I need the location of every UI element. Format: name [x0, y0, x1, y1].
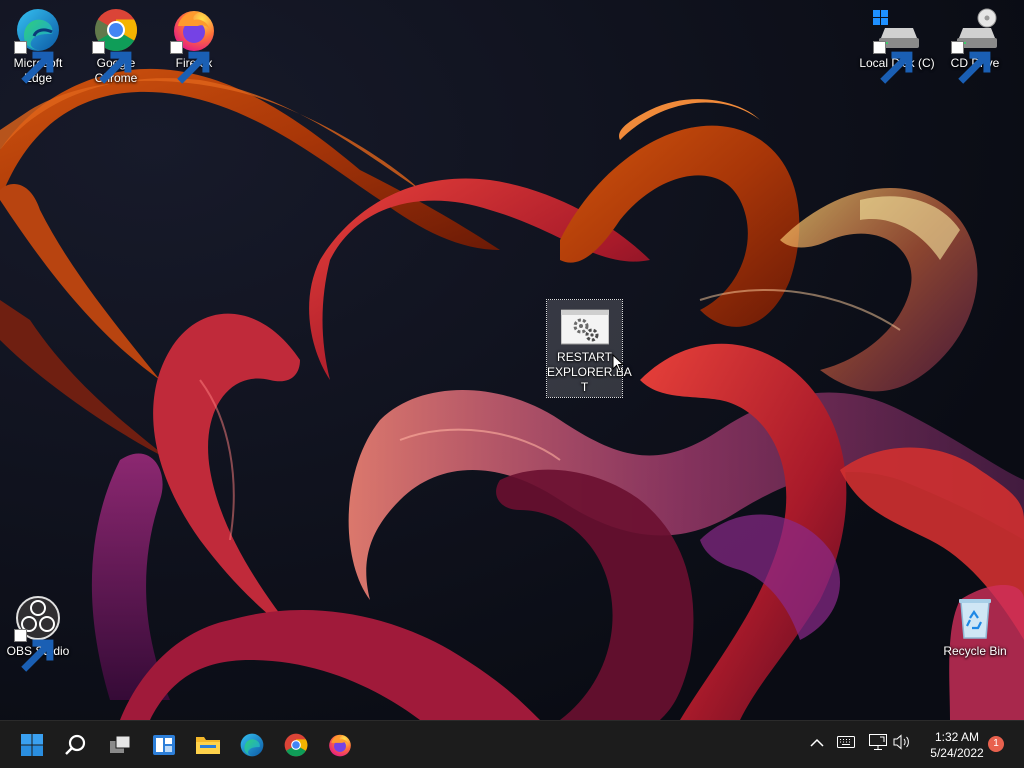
clock-time: 1:32 AM — [934, 730, 980, 744]
desktop-icon-label: Recycle Bin — [943, 644, 1007, 658]
folder-icon — [195, 733, 221, 757]
shortcut-arrow-icon — [873, 41, 913, 84]
widgets-icon — [152, 733, 176, 757]
desktop-icon-google-chrome[interactable]: Google Chrome — [78, 0, 154, 86]
desktop-icon-microsoft-edge[interactable]: Microsoft Edge — [0, 0, 76, 86]
desktop-icon-label: RESTART EXPLORER.BA T — [547, 350, 632, 394]
desktop-icon-cd-drive[interactable]: CD Drive — [937, 0, 1013, 84]
recycle-bin-icon — [951, 594, 999, 642]
desktop-icon-recycle-bin[interactable]: Recycle Bin — [937, 588, 1013, 659]
start-button[interactable] — [15, 728, 49, 762]
shortcut-arrow-icon — [92, 41, 132, 84]
chrome-icon — [92, 6, 140, 84]
cd-drive-icon — [951, 6, 999, 84]
edge-icon — [14, 6, 62, 84]
firefox-icon — [327, 732, 353, 758]
shortcut-arrow-icon — [14, 41, 54, 84]
chrome-icon — [283, 732, 309, 758]
network-icon — [869, 733, 887, 755]
chevron-up-icon — [810, 735, 824, 753]
task-view-icon — [108, 733, 132, 757]
desktop[interactable]: Microsoft Edge Google Chrome Firefox Loc… — [0, 0, 1024, 720]
show-hidden-icons-button[interactable] — [806, 733, 828, 755]
file-explorer-button[interactable] — [191, 728, 225, 762]
task-view-button[interactable] — [103, 728, 137, 762]
keyboard-icon — [837, 735, 855, 753]
shortcut-arrow-icon — [14, 629, 54, 672]
search-icon — [64, 733, 88, 757]
desktop-icon-restart-explorer-bat[interactable]: RESTART EXPLORER.BA T — [546, 299, 632, 398]
network-button[interactable] — [867, 733, 889, 755]
taskbar-microsoft-edge[interactable] — [235, 728, 269, 762]
taskbar-google-chrome[interactable] — [279, 728, 313, 762]
notification-badge[interactable]: 1 — [988, 736, 1004, 752]
search-button[interactable] — [59, 728, 93, 762]
volume-button[interactable] — [891, 733, 913, 755]
edge-icon — [239, 732, 265, 758]
input-indicator-button[interactable] — [835, 733, 857, 755]
firefox-icon — [170, 6, 218, 84]
shortcut-arrow-icon — [170, 41, 210, 84]
shortcut-arrow-icon — [951, 41, 991, 84]
desktop-icon-obs-studio[interactable]: OBS Studio — [0, 588, 76, 672]
clock-date: 5/24/2022 — [930, 746, 984, 760]
taskbar: 1:32 AM 5/24/2022 1 — [0, 720, 1024, 768]
drive-icon — [873, 6, 921, 84]
batch-file-icon — [560, 308, 609, 356]
clock[interactable]: 1:32 AM 5/24/2022 — [922, 729, 992, 761]
desktop-icon-firefox[interactable]: Firefox — [156, 0, 232, 84]
obs-icon — [14, 594, 62, 672]
mouse-cursor-icon — [612, 353, 625, 377]
widgets-button[interactable] — [147, 728, 181, 762]
taskbar-firefox[interactable] — [323, 728, 357, 762]
wallpaper — [0, 0, 1024, 720]
windows-start-icon — [20, 733, 44, 757]
desktop-icon-local-disk[interactable]: Local Disk (C) — [858, 0, 936, 84]
volume-icon — [893, 733, 911, 755]
